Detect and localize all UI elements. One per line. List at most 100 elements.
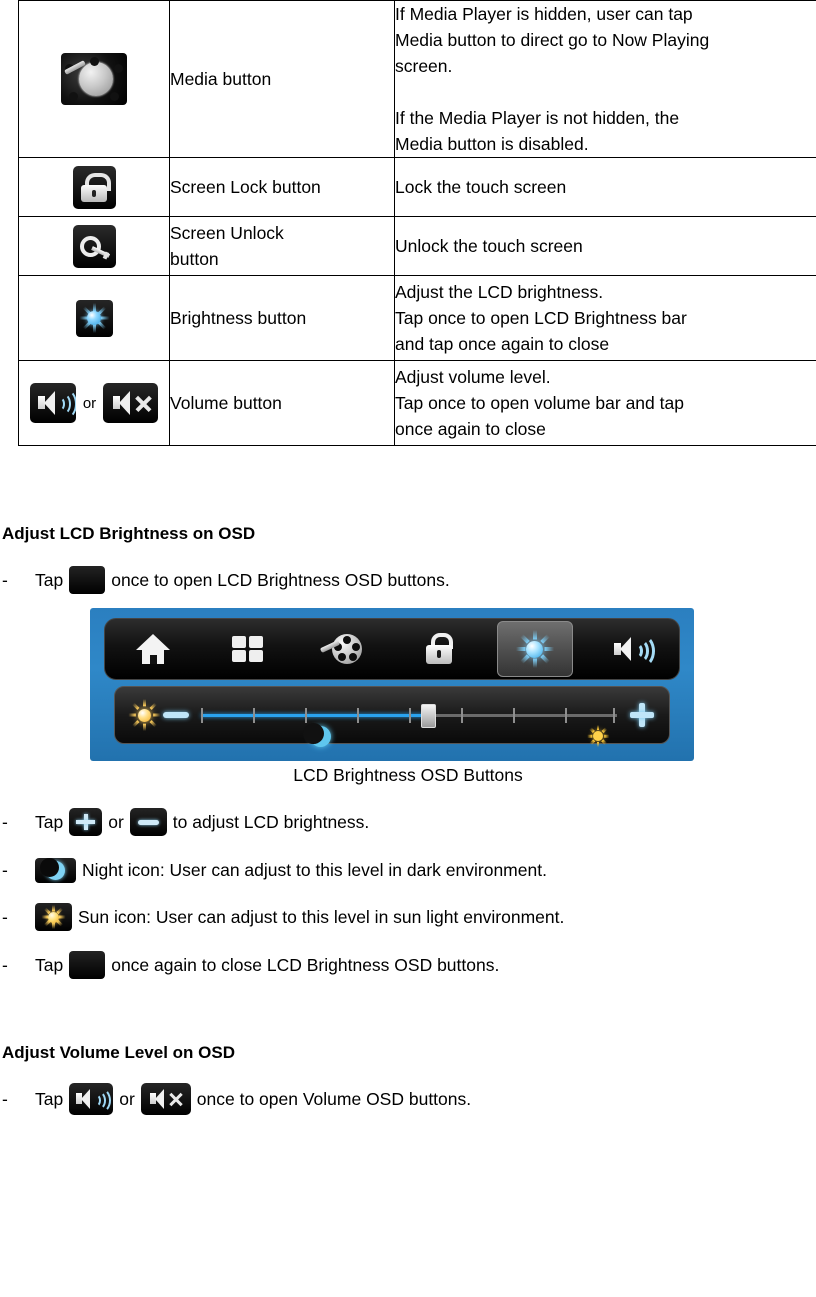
brightness-slider-track[interactable] [201,704,617,728]
bullet-post-text: Night icon: User can adjust to this leve… [82,860,547,880]
desc-line: and tap once again to close [395,334,610,354]
table-cell-icon: or [18,360,170,446]
desc-line: Unlock the touch screen [395,236,583,256]
bullet-adjust-brightness: - Tap or to adjust LCD brightness. [2,808,816,836]
osd-brightness-slider-row[interactable] [114,686,670,747]
osd-screenshot [90,608,694,761]
table-cell-name: Brightness button [169,275,395,361]
osd-volume-button[interactable] [594,622,668,676]
brightness-slider-knob[interactable] [421,704,437,728]
bullet-dash: - [2,811,8,832]
osd-brightness-button[interactable] [496,621,573,677]
screen-lock-icon [72,165,116,209]
table-cell-description: Unlock the touch screen [394,216,816,276]
bullet-mid-text: or [108,811,124,832]
home-icon [135,634,170,664]
figure-caption: LCD Brightness OSD Buttons [293,765,523,785]
volume-icon [69,1083,114,1115]
moon-icon [303,723,332,748]
table-row: Media button If Media Player is hidden, … [18,0,816,158]
desc-line: screen. [395,56,453,76]
bullet-post-text: once to open LCD Brightness OSD buttons. [111,569,450,590]
table-cell-name: Media button [169,0,395,158]
media-button-icon [61,53,127,105]
table-row: Brightness button Adjust the LCD brightn… [18,275,816,361]
moon-icon [35,858,76,883]
table-cell-description: Adjust the LCD brightness. Tap once to o… [394,275,816,361]
media-icon [320,632,366,666]
bullet-post-text: once again to close LCD Brightness OSD b… [111,954,500,975]
lock-icon [424,633,454,665]
bullet-post-text: once to open Volume OSD buttons. [196,1088,472,1109]
bullet-pre-text: Tap [35,954,64,975]
desc-line: Adjust volume level. [395,367,551,387]
button-description-table: Media button If Media Player is hidden, … [18,0,816,446]
button-name-line: Screen Unlock [170,223,284,243]
bullet-close-brightness: - Tap once again to close LCD Brightness… [2,951,816,979]
table-cell-name: Screen Lock button [169,157,395,217]
button-name: Screen Lock button [170,177,321,197]
desc-line: Adjust the LCD brightness. [395,282,604,302]
bullet-tap-brightness: - Tap once to open LCD Brightness OSD bu… [2,566,816,594]
desc-line: If Media Player is hidden, user can tap [395,4,693,24]
button-name: Brightness button [170,308,307,328]
sun-icon [35,903,72,931]
bullet-dash: - [2,569,8,590]
bullet-pre-text: Tap [35,811,64,832]
table-cell-icon [18,275,170,361]
desc-blank-line [395,79,816,105]
table-row: Screen Unlock button Unlock the touch sc… [18,216,816,276]
sun-icon [587,725,609,747]
plus-icon[interactable] [627,700,657,730]
bullet-dash: - [2,906,8,927]
table-cell-icon [18,0,170,158]
table-cell-description: If Media Player is hidden, user can tap … [394,0,816,158]
brightness-icon [75,299,113,337]
table-cell-icon [18,216,170,276]
table-cell-description: Adjust volume level. Tap once to open vo… [394,360,816,446]
bullet-sun-icon: - Sun icon: User can adjust to this leve… [2,903,816,931]
section-heading-brightness: Adjust LCD Brightness on OSD [2,524,256,543]
volume-icon [30,383,77,423]
desc-line: Media button is disabled. [395,134,589,154]
osd-media-button[interactable] [306,622,380,676]
table-row: Screen Lock button Lock the touch screen [18,157,816,217]
desc-line: If the Media Player is not hidden, the [395,108,680,128]
plus-icon [69,808,103,836]
bullet-mid-text: or [119,1088,135,1109]
volume-icon [610,632,656,667]
osd-home-button[interactable] [116,622,190,676]
icon-separator-label: or [82,394,97,412]
minus-icon [129,808,167,836]
desc-line: once again to close [395,419,546,439]
bullet-pre-text: Tap [35,1088,64,1109]
button-name: Media button [170,69,272,89]
sun-outline-icon [127,698,161,732]
table-cell-description: Lock the touch screen [394,157,816,217]
table-cell-icon [18,157,170,217]
brightness-icon [69,951,106,979]
volume-mute-icon [140,1083,191,1115]
bullet-dash: - [2,860,8,880]
minus-icon[interactable] [161,700,191,730]
volume-mute-icon [102,383,158,423]
screen-unlock-icon [72,224,116,268]
document-page: Media button If Media Player is hidden, … [0,0,816,1297]
desc-line: Lock the touch screen [395,177,567,197]
bullet-dash: - [2,954,8,975]
brightness-icon [69,566,106,594]
osd-apps-button[interactable] [211,622,285,676]
button-name-line: button [170,249,219,269]
desc-line: Tap once to open LCD Brightness bar [395,308,687,328]
bullet-post-text: Sun icon: User can adjust to this level … [78,906,565,927]
bullet-dash: - [2,1088,8,1109]
desc-line: Media button to direct go to Now Playing [395,30,710,50]
button-name: Volume button [170,393,282,413]
apps-grid-icon [231,634,265,664]
bullet-night-icon: - Night icon: User can adjust to this le… [2,858,816,883]
section-heading-volume: Adjust Volume Level on OSD [2,1043,235,1062]
desc-line: Tap once to open volume bar and tap [395,393,684,413]
osd-lock-button[interactable] [402,622,476,676]
bullet-post-text: to adjust LCD brightness. [172,811,370,832]
table-row: or Volume button Adjust volume level. Ta… [18,360,816,446]
